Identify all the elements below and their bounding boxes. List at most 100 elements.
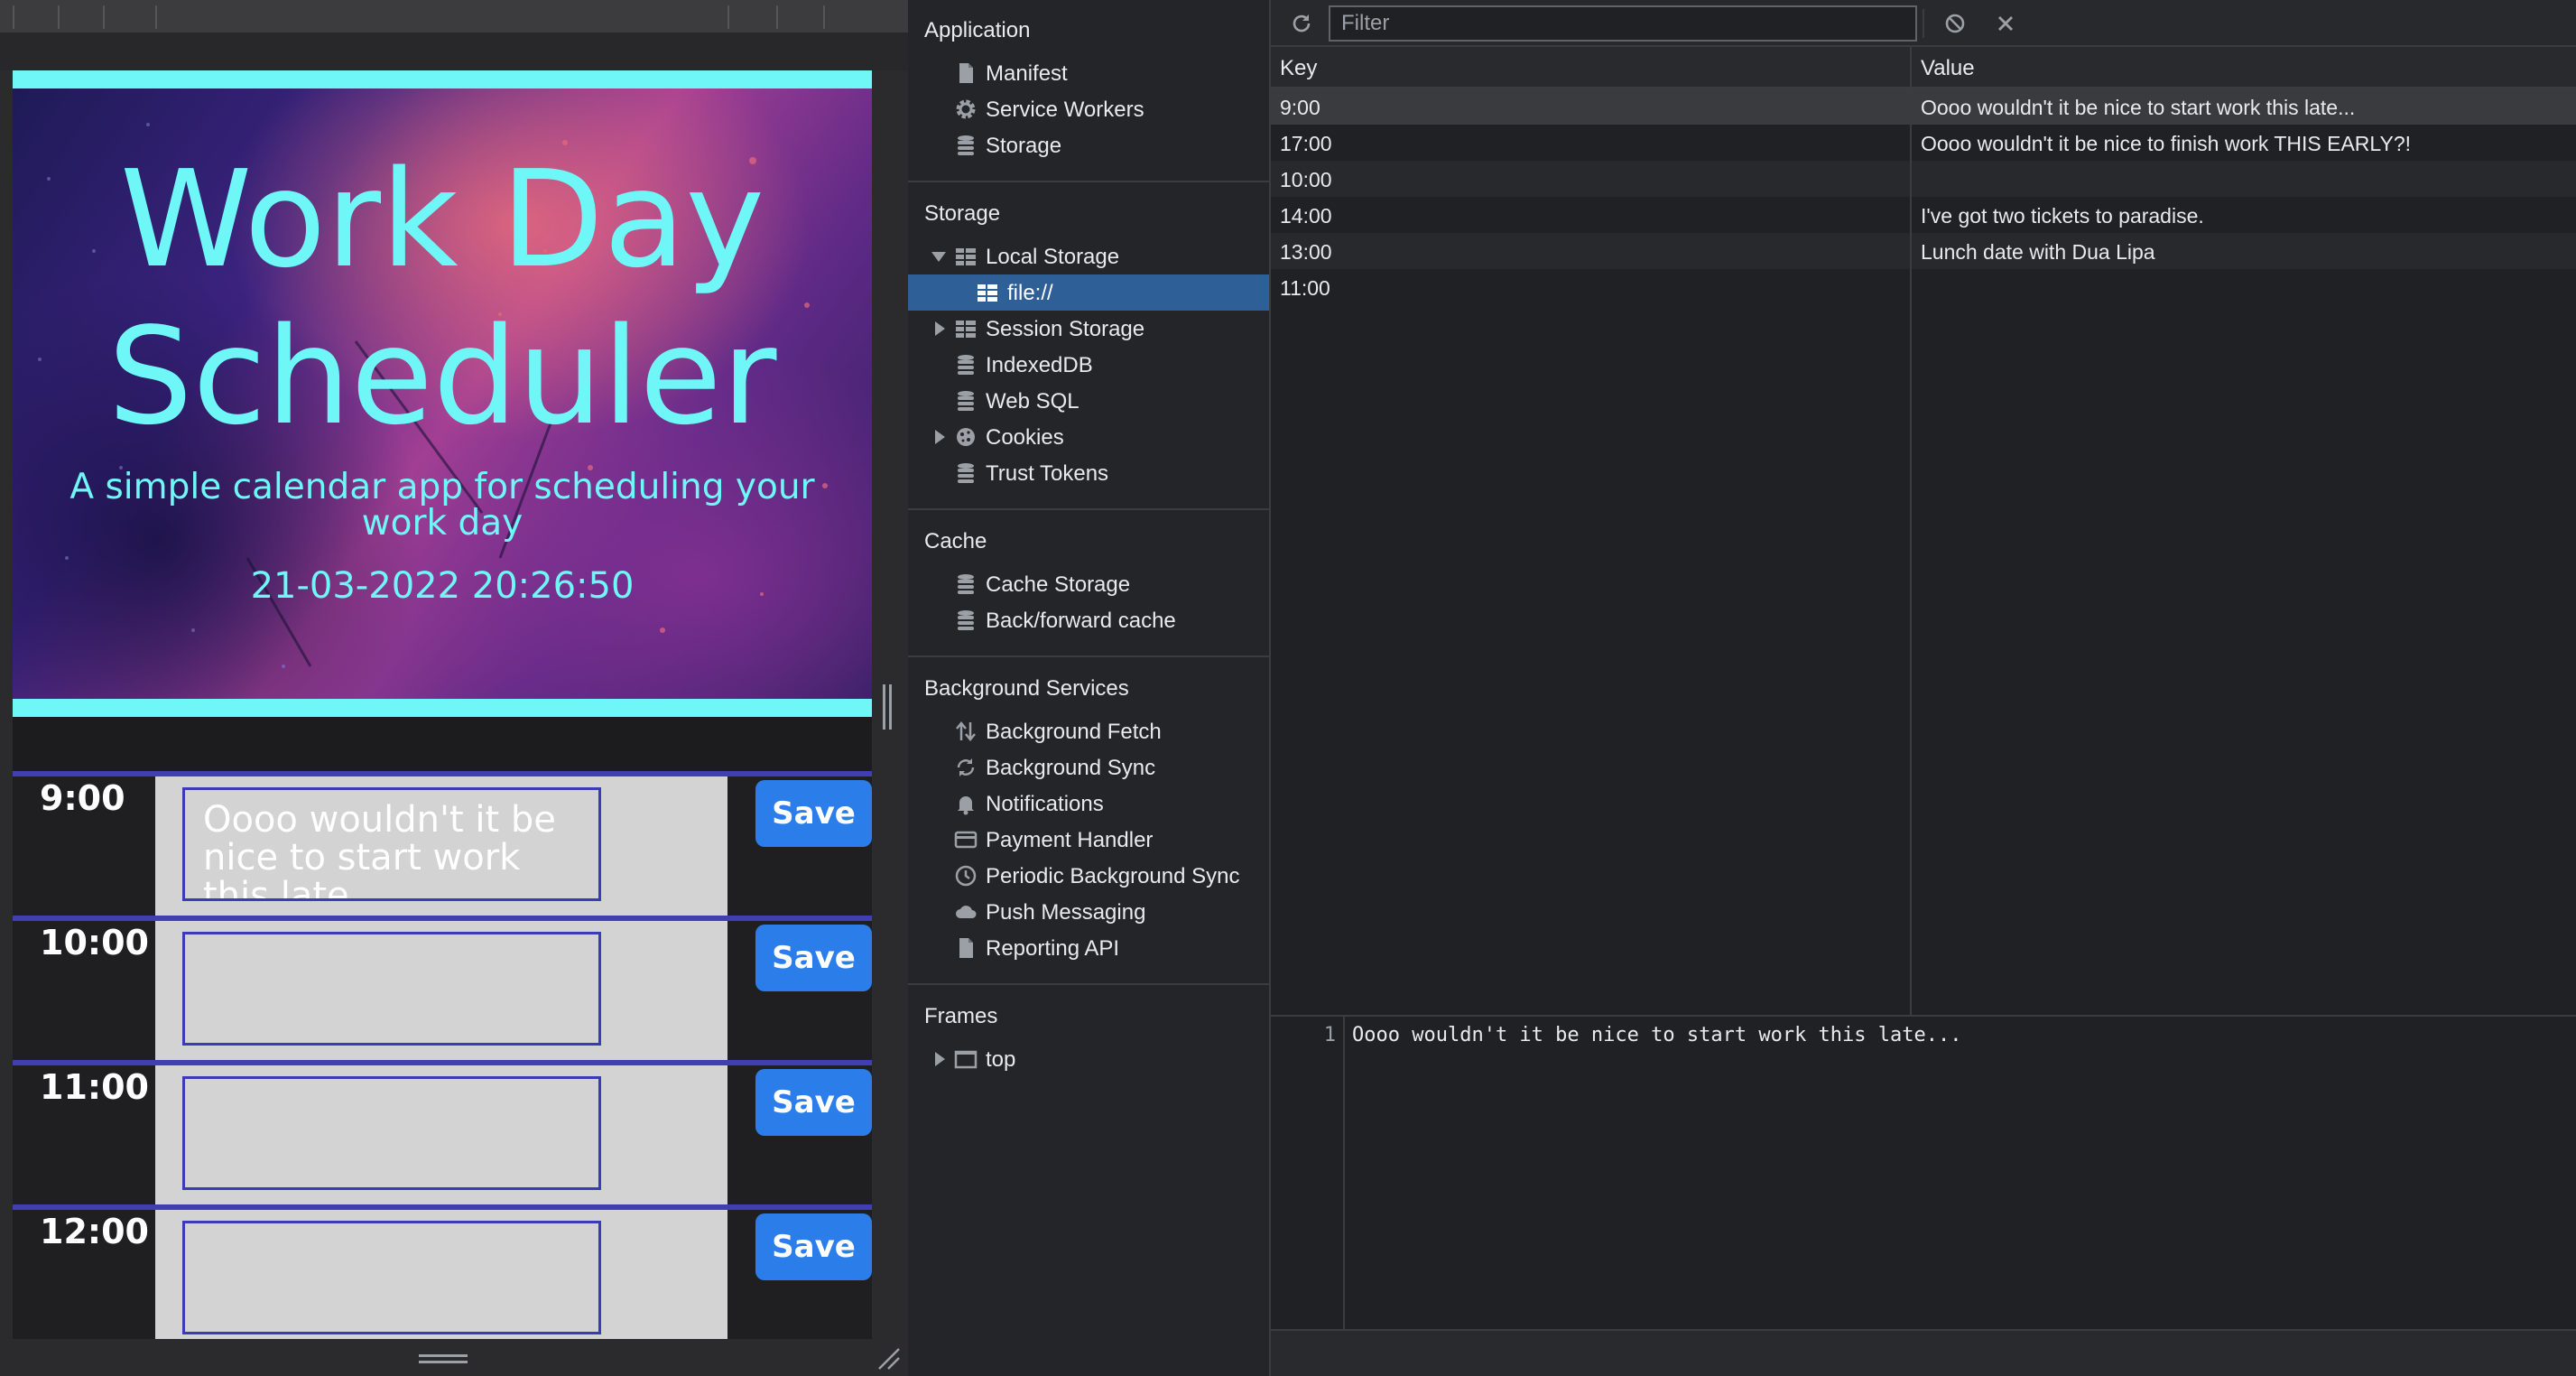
hero-bottom-border [13,699,872,717]
sidebar-item-local-storage-origin[interactable]: file:// [908,274,1269,311]
sidebar-item-storage[interactable]: Storage [908,127,1269,163]
sidebar-item-reporting-api[interactable]: Reporting API [908,930,1269,966]
sidebar-item-cookies[interactable]: Cookies [908,419,1269,455]
sidebar-item-indexeddb[interactable]: IndexedDB [908,347,1269,383]
database-icon [958,135,974,155]
line-number: 1 [1323,1024,1336,1046]
sidebar-item-cache-storage[interactable]: Cache Storage [908,566,1269,602]
save-button[interactable]: Save [755,1069,872,1136]
save-button[interactable]: Save [755,1213,872,1280]
slot-textarea[interactable]: Oooo wouldn't it be nice to start work t… [182,787,601,901]
sidebar-item-service-workers[interactable]: Service Workers [908,91,1269,127]
sidebar-item-push-messaging[interactable]: Push Messaging [908,894,1269,930]
viewport: Work Day Scheduler A simple calendar app… [13,70,872,1339]
expanded-arrow-icon[interactable] [931,252,946,262]
table-row[interactable]: 13:00 Lunch date with Dua Lipa [1271,233,2576,269]
value-preview-text[interactable]: Oooo wouldn't it be nice to start work t… [1352,1024,1962,1046]
slot-textarea[interactable] [182,1076,601,1190]
slot-description-column [155,1210,727,1339]
clear-all-icon[interactable] [1942,11,1968,36]
slot-description-column [155,1065,727,1204]
row-key: 13:00 [1280,240,1332,264]
collapsed-arrow-icon[interactable] [935,430,945,444]
table-row[interactable]: 17:00 Oooo wouldn't it be nice to finish… [1271,125,2576,161]
file-icon [959,63,973,83]
sidebar-item-background-sync[interactable]: Background Sync [908,749,1269,786]
device-toolbar [0,0,908,33]
sidebar-item-payment-handler[interactable]: Payment Handler [908,822,1269,858]
table-header: Key Value [1271,47,2576,88]
sidebar-item-label: Local Storage [986,245,1120,269]
table-row[interactable]: 14:00 I've got two tickets to paradise. [1271,197,2576,233]
sidebar-item-manifest[interactable]: Manifest [908,55,1269,91]
sidebar-item-web-sql[interactable]: Web SQL [908,383,1269,419]
sidebar-item-label: Reporting API [986,936,1120,961]
sidebar-item-periodic-background-sync[interactable]: Periodic Background Sync [908,858,1269,894]
table-row[interactable]: 10:00 [1271,161,2576,197]
sidebar-item-label: Notifications [986,792,1104,816]
delete-selected-icon[interactable] [1993,11,2018,36]
key-value-table: Key Value 9:00 Oooo wouldn't it be nice … [1271,47,2576,1015]
save-button[interactable]: Save [755,925,872,991]
database-icon [958,610,974,630]
cloud-icon [956,906,977,918]
slot-description-column [155,921,727,1060]
column-divider[interactable] [1910,47,1912,1015]
row-value: Oooo wouldn't it be nice to finish work … [1921,132,2412,155]
sidebar-item-label: Service Workers [986,98,1144,122]
column-header-value[interactable]: Value [1921,56,1975,81]
table-row[interactable]: 11:00 [1271,269,2576,305]
sidebar-item-session-storage[interactable]: Session Storage [908,311,1269,347]
refresh-icon[interactable] [1289,11,1314,36]
section-divider [908,508,1269,510]
sidebar-item-label: Back/forward cache [986,609,1176,633]
filter-input[interactable] [1329,5,1917,42]
collapsed-arrow-icon[interactable] [935,321,945,336]
resize-corner-icon[interactable] [876,1345,901,1371]
height-resize-handle[interactable] [419,1354,468,1365]
sidebar-item-label: Periodic Background Sync [986,864,1240,888]
toolbar-divider [727,5,729,29]
section-divider [908,181,1269,182]
slot-hour: 9:00 [40,778,125,818]
database-icon [958,391,974,411]
row-key: 14:00 [1280,204,1332,228]
table-icon [956,248,976,265]
sidebar-item-label: Trust Tokens [986,461,1109,486]
database-icon [958,463,974,483]
bell-icon [958,796,974,815]
storage-toolbar [1271,0,2576,47]
sidebar-item-label: Cookies [986,425,1064,450]
sidebar-item-trust-tokens[interactable]: Trust Tokens [908,455,1269,491]
section-divider [908,655,1269,657]
section-divider [908,983,1269,985]
row-value: Oooo wouldn't it be nice to start work t… [1921,96,2356,119]
slot-textarea[interactable] [182,932,601,1046]
sidebar-item-frame-top[interactable]: top [908,1041,1269,1077]
save-button[interactable]: Save [755,780,872,847]
column-header-key[interactable]: Key [1280,56,1317,81]
row-key: 9:00 [1280,96,1320,119]
hero-title: Work Day Scheduler [13,141,872,455]
slot-textarea[interactable] [182,1221,601,1334]
toolbar-divider [823,5,825,29]
table-row[interactable]: 9:00 Oooo wouldn't it be nice to start w… [1271,88,2576,125]
toolbar-divider [155,5,157,29]
toolbar-divider [13,5,14,29]
row-key: 10:00 [1280,168,1332,191]
toolbar-divider [58,5,60,29]
collapsed-arrow-icon[interactable] [935,1052,945,1066]
time-slot: 10:00 Save [13,916,872,1060]
sidebar-item-background-fetch[interactable]: Background Fetch [908,713,1269,749]
sidebar-item-label: IndexedDB [986,353,1093,377]
sidebar-item-back-forward-cache[interactable]: Back/forward cache [908,602,1269,638]
database-icon [958,355,974,375]
section-title-background-services: Background Services [924,676,1129,701]
up-down-arrows-icon [956,721,976,741]
sidebar-item-notifications[interactable]: Notifications [908,786,1269,822]
hero-subtitle: A simple calendar app for scheduling you… [69,467,815,544]
slot-hour: 11:00 [40,1067,149,1107]
width-resize-handle[interactable] [883,684,892,730]
sidebar-item-local-storage[interactable]: Local Storage [908,238,1269,274]
time-slot: 9:00 Oooo wouldn't it be nice to start w… [13,771,872,916]
